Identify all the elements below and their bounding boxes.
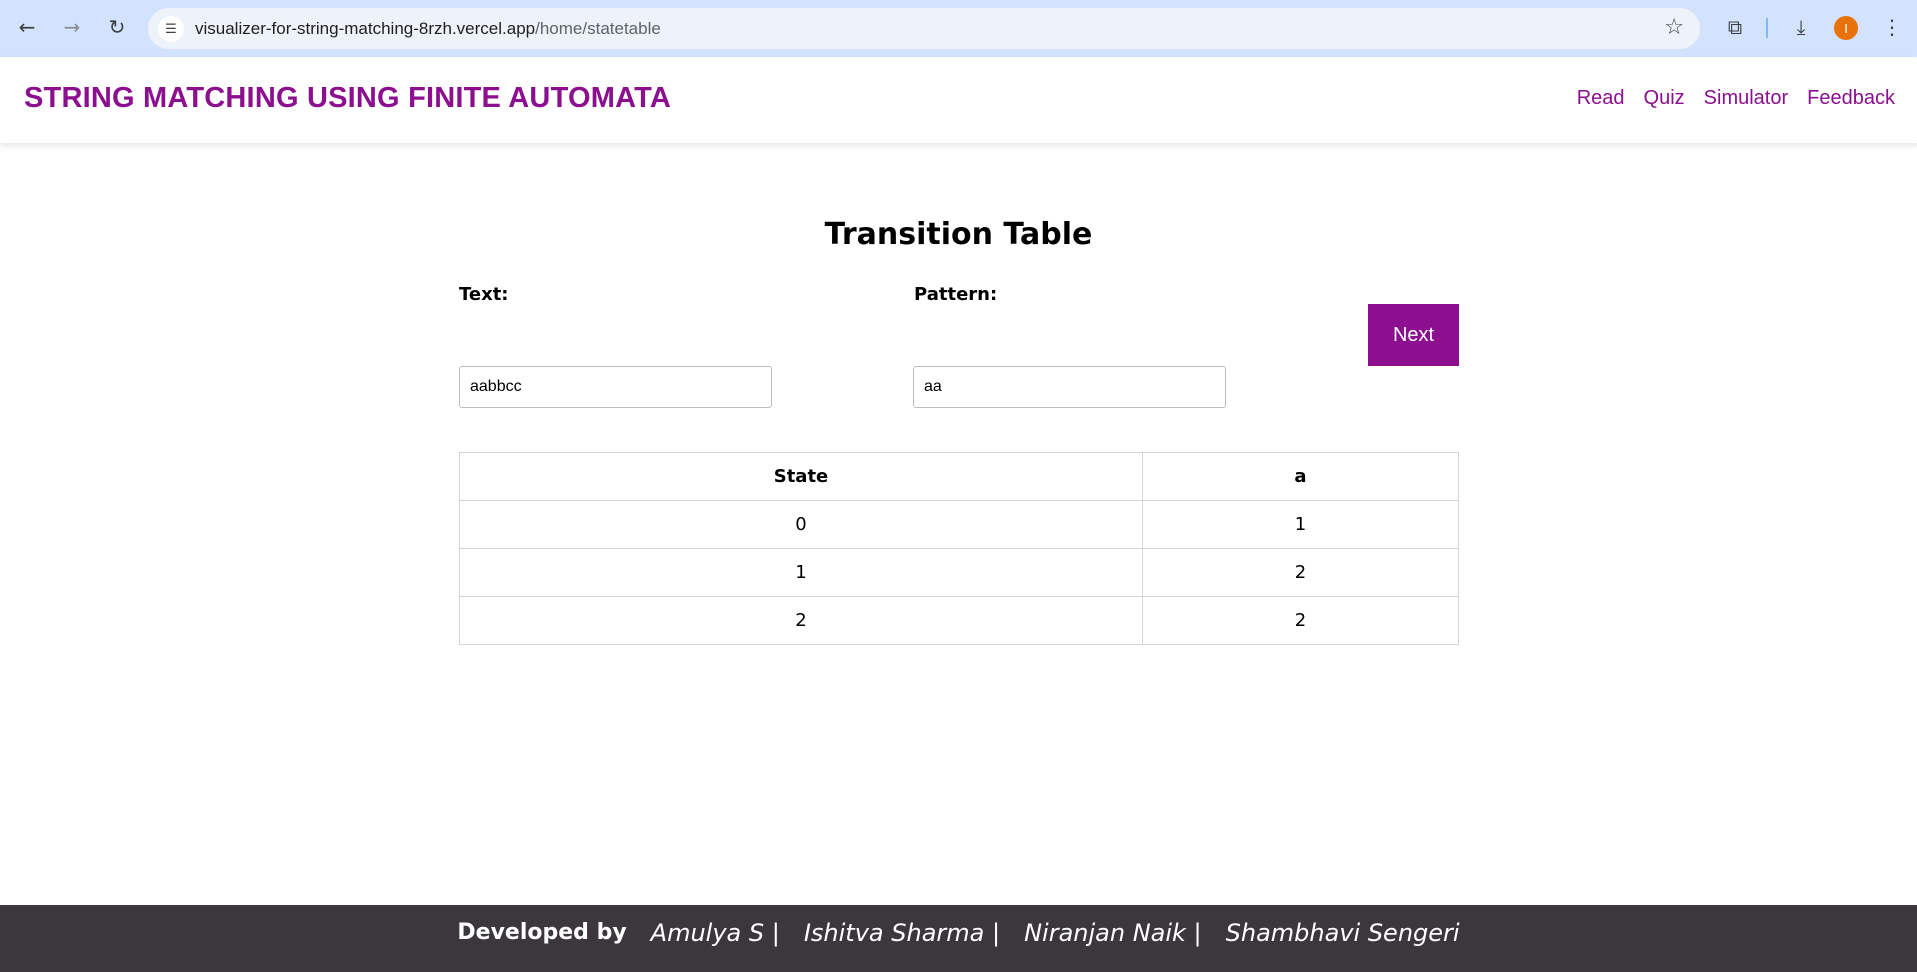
page-title: Transition Table [824,217,1093,252]
site-header: STRING MATCHING USING FINITE AUTOMATA Re… [0,57,1917,143]
column-header-state: State [459,452,1143,501]
download-icon[interactable]: ⤓ [1786,12,1816,42]
table-row: 2 2 [459,596,1459,645]
developer-name: Niranjan Naik | [1024,918,1202,947]
browser-toolbar: ← → ↻ ☰ visualizer-for-string-matching-8… [0,0,1917,57]
transition-cell: 2 [1142,548,1459,597]
transition-cell: 1 [1142,500,1459,549]
pattern-label: Pattern: [914,284,998,305]
text-input[interactable] [459,366,772,408]
table-row: 0 1 [459,500,1459,549]
next-button[interactable]: Next [1368,304,1459,366]
url-text[interactable]: visualizer-for-string-matching-8rzh.verc… [195,19,661,39]
table-header-row: State a [459,452,1459,501]
state-cell: 2 [459,596,1143,645]
address-bar[interactable]: ☰ visualizer-for-string-matching-8rzh.ve… [148,8,1700,49]
site-settings-icon[interactable]: ☰ [158,16,184,42]
pattern-input[interactable] [913,366,1226,408]
bookmark-star-icon[interactable]: ☆ [1664,15,1684,40]
url-path: /home/statetable [535,19,661,38]
developed-by-label: Developed by [457,920,627,945]
table-row: 1 2 [459,548,1459,597]
nav-link-quiz[interactable]: Quiz [1644,87,1685,110]
site-footer: Developed by Amulya S | Ishitva Sharma |… [0,905,1917,972]
url-host: visualizer-for-string-matching-8rzh.verc… [195,19,536,38]
extensions-icon[interactable]: ⧉ [1720,12,1750,42]
profile-avatar[interactable]: I [1834,16,1858,40]
main-nav: Read Quiz Simulator Feedback [1577,87,1895,110]
state-cell: 1 [459,548,1143,597]
reload-icon[interactable]: ↻ [102,12,132,42]
toolbar-divider [1766,18,1768,38]
text-label: Text: [459,284,509,305]
site-title: STRING MATCHING USING FINITE AUTOMATA [24,82,671,114]
transition-table: State a 0 1 1 2 2 2 [459,452,1459,645]
more-menu-icon[interactable]: ⋮ [1877,12,1907,42]
developer-name: Shambhavi Sengeri [1225,918,1460,947]
developer-name: Ishitva Sharma | [803,918,1001,947]
nav-link-simulator[interactable]: Simulator [1704,87,1788,110]
back-arrow-icon[interactable]: ← [12,12,42,42]
state-cell: 0 [459,500,1143,549]
column-header-a: a [1142,452,1459,501]
forward-arrow-icon[interactable]: → [57,12,87,42]
transition-cell: 2 [1142,596,1459,645]
developer-name: Amulya S | [650,918,780,947]
nav-link-read[interactable]: Read [1577,87,1625,110]
nav-link-feedback[interactable]: Feedback [1807,87,1895,110]
